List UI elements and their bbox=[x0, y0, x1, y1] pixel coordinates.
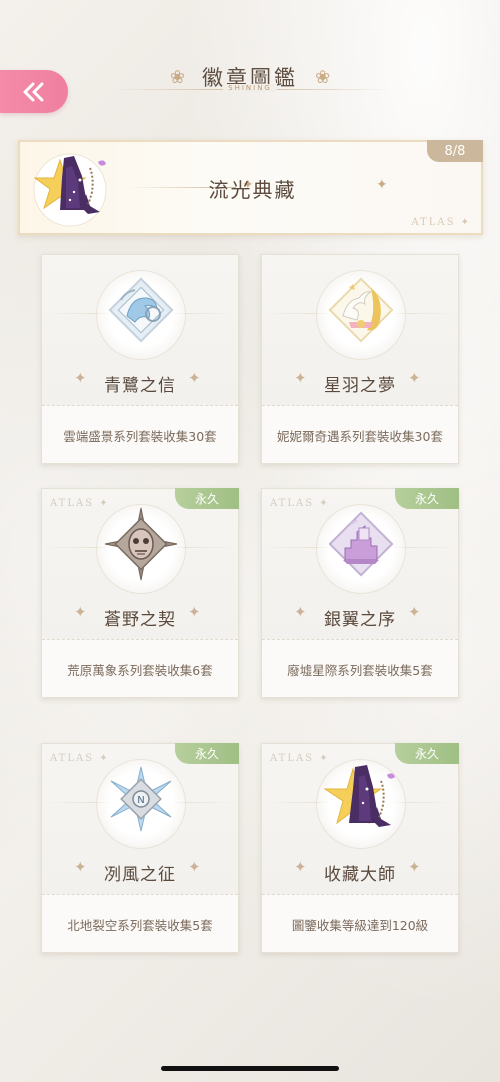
badge-name: 星羽之夢 bbox=[324, 376, 396, 396]
badge-card[interactable]: ATLAS ✦ 永久 N ✦ 冽風之征 ✦ 北地裂空系列套裝收集5套 bbox=[41, 743, 239, 953]
badge-requirement-area: 雲端盛景系列套裝收集30套 bbox=[42, 405, 238, 463]
sparkle-icon: ✦ bbox=[408, 603, 421, 621]
collection-banner[interactable]: ✦ 流光典藏 ✦ 8/8 ATLAS ✦ bbox=[18, 140, 483, 235]
badge-requirement: 妮妮爾奇遇系列套裝收集30套 bbox=[277, 429, 443, 444]
collection-count-badge: 8/8 bbox=[427, 140, 483, 162]
permanent-badge: 永久 bbox=[395, 743, 459, 764]
compass-badge-icon: N bbox=[110, 766, 172, 832]
badge-requirement: 廢墟星際系列套裝收集5套 bbox=[287, 663, 433, 678]
heron-badge-icon bbox=[108, 277, 174, 343]
badge-name: 蒼野之契 bbox=[104, 610, 176, 630]
permanent-badge: 永久 bbox=[175, 488, 239, 509]
badge-card[interactable]: ATLAS ✦ 永久 ✦ 蒼野之契 ✦ 荒原萬象系列套裝收集6套 bbox=[41, 488, 239, 698]
badge-requirement: 圖鑒收集等級達到120級 bbox=[291, 918, 429, 933]
permanent-badge: 永久 bbox=[395, 488, 459, 509]
sparkle-icon: ✦ bbox=[408, 858, 421, 876]
svg-text:N: N bbox=[137, 795, 144, 806]
dress-star-badge-icon bbox=[323, 765, 395, 827]
sparkle-icon: ✦ bbox=[376, 177, 388, 193]
permanent-badge: 永久 bbox=[175, 743, 239, 764]
badge-requirement-area: 妮妮爾奇遇系列套裝收集30套 bbox=[262, 405, 458, 463]
home-indicator[interactable] bbox=[161, 1066, 339, 1071]
sparkle-icon: ✦ bbox=[188, 369, 201, 387]
badge-name: 收藏大師 bbox=[324, 865, 396, 885]
page-subtitle: SHINING bbox=[0, 84, 500, 92]
sparkle-icon: ✦ bbox=[408, 369, 421, 387]
badge-name: 青鷺之信 bbox=[104, 376, 176, 396]
badge-card[interactable]: ✦ 星羽之夢 ✦ 妮妮爾奇遇系列套裝收集30套 bbox=[261, 254, 459, 464]
page-title-area: ❀ 徽章圖鑑 ❀ bbox=[0, 58, 500, 98]
swan-badge-icon bbox=[328, 277, 394, 343]
sparkle-icon: ✦ bbox=[188, 603, 201, 621]
badge-requirement-area: 荒原萬象系列套裝收集6套 bbox=[42, 639, 238, 697]
page-subtitle-text: SHINING bbox=[223, 84, 277, 92]
badge-name: 銀翼之序 bbox=[324, 610, 396, 630]
city-badge-icon bbox=[328, 511, 394, 577]
badge-requirement: 雲端盛景系列套裝收集30套 bbox=[63, 429, 217, 444]
mask-badge-icon bbox=[104, 507, 178, 581]
badge-requirement: 北地裂空系列套裝收集5套 bbox=[67, 918, 213, 933]
badge-requirement: 荒原萬象系列套裝收集6套 bbox=[67, 663, 213, 678]
badge-card[interactable]: ✦ 青鷺之信 ✦ 雲端盛景系列套裝收集30套 bbox=[41, 254, 239, 464]
badge-card[interactable]: ATLAS ✦ 永久 ✦ 銀翼之序 ✦ 廢墟星際系列套裝收集5套 bbox=[261, 488, 459, 698]
badge-requirement-area: 廢墟星際系列套裝收集5套 bbox=[262, 639, 458, 697]
banner-title: 流光典藏 bbox=[208, 178, 297, 202]
badge-requirement-area: 北地裂空系列套裝收集5套 bbox=[42, 894, 238, 952]
atlas-watermark: ATLAS ✦ bbox=[411, 217, 471, 228]
badge-card[interactable]: ATLAS ✦ 永久 ✦ 收藏大師 ✦ 圖鑒收集等級達到120級 bbox=[261, 743, 459, 953]
badge-name: 冽風之征 bbox=[104, 865, 176, 885]
badge-requirement-area: 圖鑒收集等級達到120級 bbox=[262, 894, 458, 952]
sparkle-icon: ✦ bbox=[188, 858, 201, 876]
